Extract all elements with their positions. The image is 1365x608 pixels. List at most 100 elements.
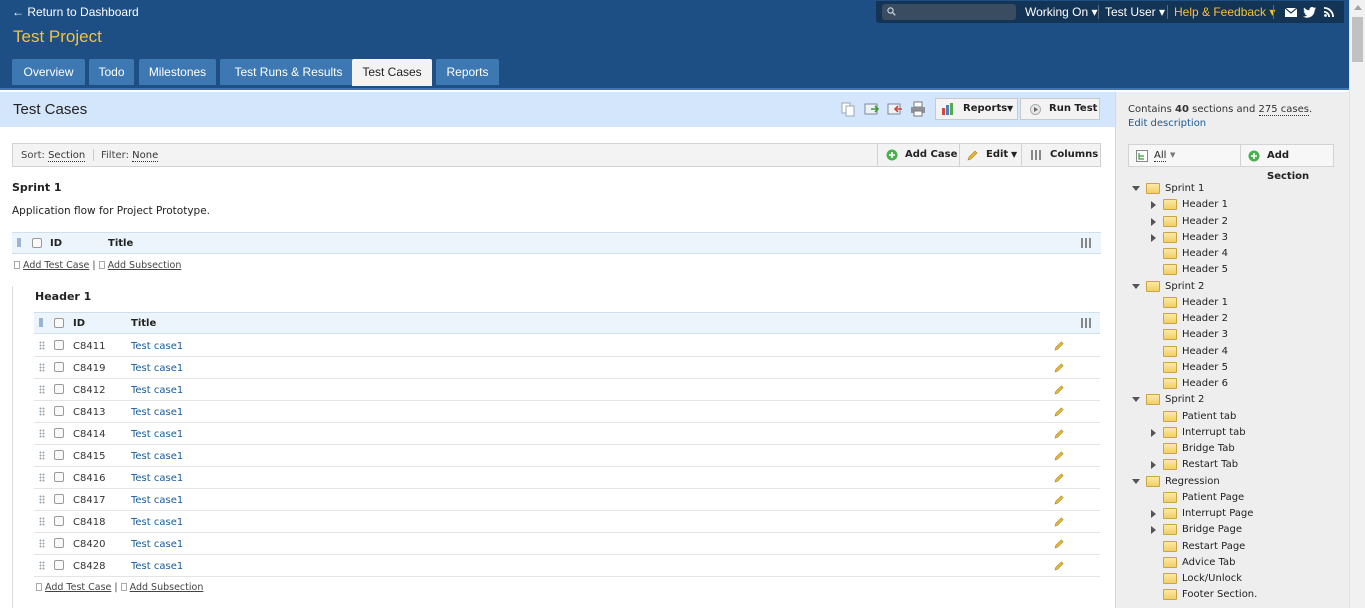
export-icon[interactable] (864, 101, 880, 117)
drag-handle-icon[interactable] (39, 363, 45, 372)
tree-item-section[interactable]: Advice Tab (1147, 555, 1327, 571)
edit-pencil-icon[interactable] (1054, 384, 1065, 395)
case-title-link[interactable]: Test case1 (131, 407, 183, 418)
mail-icon[interactable] (1285, 8, 1297, 17)
copy-icon[interactable] (840, 101, 856, 117)
case-title-link[interactable]: Test case1 (131, 495, 183, 506)
tree-item-section[interactable]: Sprint 2 (1130, 392, 1310, 408)
edit-pencil-icon[interactable] (1054, 362, 1065, 373)
cases-count[interactable]: 275 cases (1258, 104, 1309, 116)
user-menu[interactable]: Test User ▾ (1105, 5, 1165, 19)
expand-arrow-icon[interactable] (1132, 186, 1140, 191)
add-subsection-link[interactable]: Add Subsection (130, 582, 204, 593)
tree-item-section[interactable]: Interrupt tab (1147, 425, 1327, 441)
edit-pencil-icon[interactable] (1054, 494, 1065, 505)
tree-item-section[interactable]: Header 5 (1147, 360, 1327, 376)
table-row[interactable]: C8414 Test case1 (34, 423, 1100, 445)
drag-handle-icon[interactable] (39, 561, 45, 570)
row-checkbox[interactable] (54, 384, 64, 394)
case-title-link[interactable]: Test case1 (131, 539, 183, 550)
select-all-checkbox[interactable] (54, 318, 64, 328)
drag-handle-icon[interactable] (39, 495, 45, 504)
edit-pencil-icon[interactable] (1054, 450, 1065, 461)
tree-item-section[interactable]: Restart Tab (1147, 457, 1327, 473)
tab-overview[interactable]: Overview (12, 59, 85, 85)
collapse-arrow-icon[interactable] (1151, 461, 1156, 470)
collapse-arrow-icon[interactable] (1151, 201, 1156, 210)
add-case-button[interactable]: Add Case (877, 144, 960, 166)
case-title-link[interactable]: Test case1 (131, 451, 183, 462)
tree-item-section[interactable]: Sprint 1 (1130, 181, 1310, 197)
row-checkbox[interactable] (54, 406, 64, 416)
row-checkbox[interactable] (54, 494, 64, 504)
add-section-button[interactable]: Add Section (1240, 145, 1334, 182)
edit-pencil-icon[interactable] (1054, 560, 1065, 571)
tree-item-section[interactable]: Header 1 (1147, 295, 1327, 311)
row-checkbox[interactable] (54, 560, 64, 570)
edit-pencil-icon[interactable] (1054, 538, 1065, 549)
row-checkbox[interactable] (54, 428, 64, 438)
columns-icon[interactable] (1081, 238, 1091, 248)
help-feedback-menu[interactable]: Help & Feedback ▾ (1174, 5, 1275, 19)
tab-todo[interactable]: Todo (89, 59, 134, 85)
tree-item-section[interactable]: Header 2 (1147, 214, 1327, 230)
edit-pencil-icon[interactable] (1054, 406, 1065, 417)
scroll-up-arrow-icon[interactable] (1354, 5, 1362, 10)
expand-arrow-icon[interactable] (1132, 478, 1140, 484)
drag-handle-icon[interactable] (39, 385, 45, 394)
tree-item-section[interactable]: Sprint 2 (1130, 279, 1310, 295)
tree-item-section[interactable]: Bridge Page (1147, 522, 1327, 538)
case-title-link[interactable]: Test case1 (131, 473, 183, 484)
collapse-arrow-icon[interactable] (1151, 526, 1156, 535)
drag-handle-icon[interactable] (39, 341, 45, 350)
collapse-arrow-icon[interactable] (1151, 428, 1156, 437)
table-row[interactable]: C8419 Test case1 (34, 357, 1100, 379)
filter-control[interactable]: Filter: None (101, 150, 159, 162)
columns-icon[interactable] (1081, 318, 1091, 328)
edit-description-link[interactable]: Edit description (1128, 118, 1206, 129)
rss-icon[interactable] (1324, 7, 1334, 17)
row-checkbox[interactable] (54, 340, 64, 350)
drag-handle-icon[interactable] (39, 407, 45, 416)
row-checkbox[interactable] (54, 516, 64, 526)
row-checkbox[interactable] (54, 538, 64, 548)
expand-arrow-icon[interactable] (1132, 283, 1140, 289)
case-title-link[interactable]: Test case1 (131, 561, 183, 572)
table-row[interactable]: C8411 Test case1 (34, 335, 1100, 357)
row-checkbox[interactable] (54, 472, 64, 482)
collapse-arrow-icon[interactable] (1151, 217, 1156, 226)
edit-pencil-icon[interactable] (1054, 472, 1065, 483)
import-icon[interactable] (887, 101, 903, 117)
tree-item-section[interactable]: Bridge Tab (1147, 441, 1327, 457)
edit-pencil-icon[interactable] (1054, 340, 1065, 351)
case-title-link[interactable]: Test case1 (131, 363, 183, 374)
tree-item-section[interactable]: Header 3 (1147, 230, 1327, 246)
add-subsection-link[interactable]: Add Subsection (108, 260, 182, 271)
drag-handle-icon[interactable] (39, 539, 45, 548)
tree-item-section[interactable]: Header 1 (1147, 197, 1327, 213)
row-checkbox[interactable] (54, 362, 64, 372)
table-row[interactable]: C8420 Test case1 (34, 533, 1100, 555)
print-icon[interactable] (910, 101, 926, 117)
tab-milestones[interactable]: Milestones (139, 59, 216, 85)
section-title[interactable]: Sprint 1 (12, 181, 62, 194)
edit-pencil-icon[interactable] (1054, 428, 1065, 439)
tree-item-section[interactable]: Header 2 (1147, 311, 1327, 327)
add-test-case-link[interactable]: Add Test Case (23, 260, 89, 271)
case-title-link[interactable]: Test case1 (131, 429, 183, 440)
case-title-link[interactable]: Test case1 (131, 517, 183, 528)
table-row[interactable]: C8416 Test case1 (34, 467, 1100, 489)
table-row[interactable]: C8418 Test case1 (34, 511, 1100, 533)
reports-dropdown-button[interactable]: Reports ▼ (935, 98, 1018, 120)
case-title-link[interactable]: Test case1 (131, 341, 183, 352)
subsection-title[interactable]: Header 1 (35, 290, 91, 303)
twitter-icon[interactable] (1303, 7, 1316, 18)
select-all-checkbox[interactable] (32, 238, 42, 248)
tree-item-section[interactable]: Regression (1130, 474, 1310, 490)
tab-test-cases[interactable]: Test Cases (352, 59, 432, 86)
tree-item-section[interactable]: Header 4 (1147, 344, 1327, 360)
column-id-header[interactable]: ID (50, 238, 62, 249)
tree-item-section[interactable]: Footer Section. (1147, 587, 1327, 603)
case-title-link[interactable]: Test case1 (131, 385, 183, 396)
table-row[interactable]: C8428 Test case1 (34, 555, 1100, 577)
